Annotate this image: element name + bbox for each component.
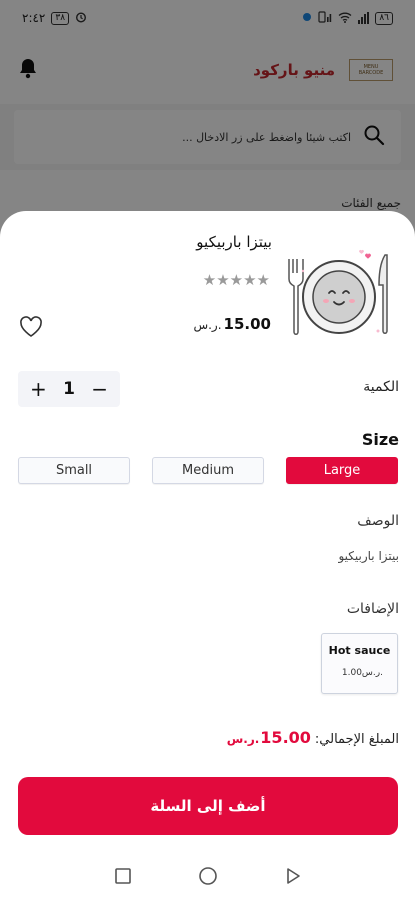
size-option-small[interactable]: Small: [18, 457, 130, 484]
total-amount: ر.س. 15.00: [227, 728, 311, 747]
increase-quantity-button[interactable]: +: [30, 377, 47, 401]
back-icon[interactable]: [284, 867, 302, 889]
description-text: بيتزا باربيكيو: [338, 549, 399, 563]
total-amount-row: المبلغ الإجمالي: ر.س. 15.00: [227, 728, 399, 747]
product-image: [281, 241, 399, 345]
price-currency: ر.س.: [193, 318, 222, 332]
total-value: 15.00: [260, 728, 311, 747]
size-option-large[interactable]: Large: [286, 457, 398, 484]
price-value: 15.00: [223, 315, 271, 333]
addon-name: Hot sauce: [328, 644, 391, 657]
total-label: المبلغ الإجمالي:: [314, 732, 399, 747]
addon-card-hot-sauce[interactable]: Hot sauce 1.00ر.س.: [321, 633, 398, 694]
product-price: ر.س. 15.00: [193, 315, 271, 333]
size-option-medium[interactable]: Medium: [152, 457, 264, 484]
total-currency: ر.س.: [226, 732, 260, 746]
addon-price: 1.00ر.س.: [341, 668, 383, 678]
product-bottom-sheet: بيتزا باربيكيو ★★★★★ ر.س. 15.00 الكمية +…: [0, 211, 415, 856]
decrease-quantity-button[interactable]: −: [91, 377, 108, 401]
quantity-label: الكمية: [363, 379, 399, 395]
quantity-value: 1: [63, 379, 75, 399]
add-to-cart-button[interactable]: أضف إلى السلة: [18, 777, 398, 835]
home-icon[interactable]: [198, 866, 218, 890]
product-name: بيتزا باربيكيو: [196, 233, 272, 251]
size-title: Size: [361, 430, 399, 449]
recent-apps-icon[interactable]: [114, 867, 132, 889]
rating-stars: ★★★★★: [202, 271, 270, 289]
addons-label: الإضافات: [346, 601, 399, 617]
quantity-stepper: + 1 −: [18, 371, 120, 407]
description-label: الوصف: [357, 513, 399, 529]
navigation-bar: [0, 856, 415, 900]
favorite-heart-icon[interactable]: [18, 315, 44, 339]
